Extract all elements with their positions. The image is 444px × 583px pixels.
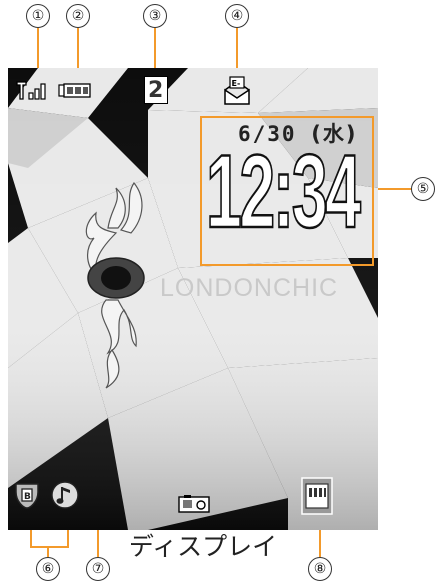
callout-1: ① [26,4,50,28]
mail-notification-icon: E- [222,76,252,110]
mode-number-label: 2 [148,78,164,103]
callout-5: ⑤ [411,177,435,201]
svg-text:E-: E- [232,79,241,88]
recorder-icon [178,494,210,518]
memory-card-icon [300,476,334,520]
music-note-icon [50,480,80,514]
signal-strength-icon [16,80,50,104]
wallpaper-brand-text: LONDONCHIC [160,274,339,302]
mode-number-icon: 2 [144,76,168,104]
callout-2: ② [66,4,90,28]
callout-4: ④ [225,4,249,28]
display-caption: ディスプレイ [128,532,278,561]
leader-line-2 [77,28,79,68]
phone-display: 2 E- 6/30 (水) 12:34 LONDONCHIC B [8,68,378,530]
leader-line-3 [154,28,156,68]
time-display: 12:34 [205,134,362,250]
callout-3: ③ [143,4,167,28]
leader-line-5 [374,188,411,190]
battery-icon [58,83,92,102]
svg-text:B: B [24,492,31,502]
status-indicator-icon: B [12,480,42,514]
leader-line-1 [37,28,39,68]
